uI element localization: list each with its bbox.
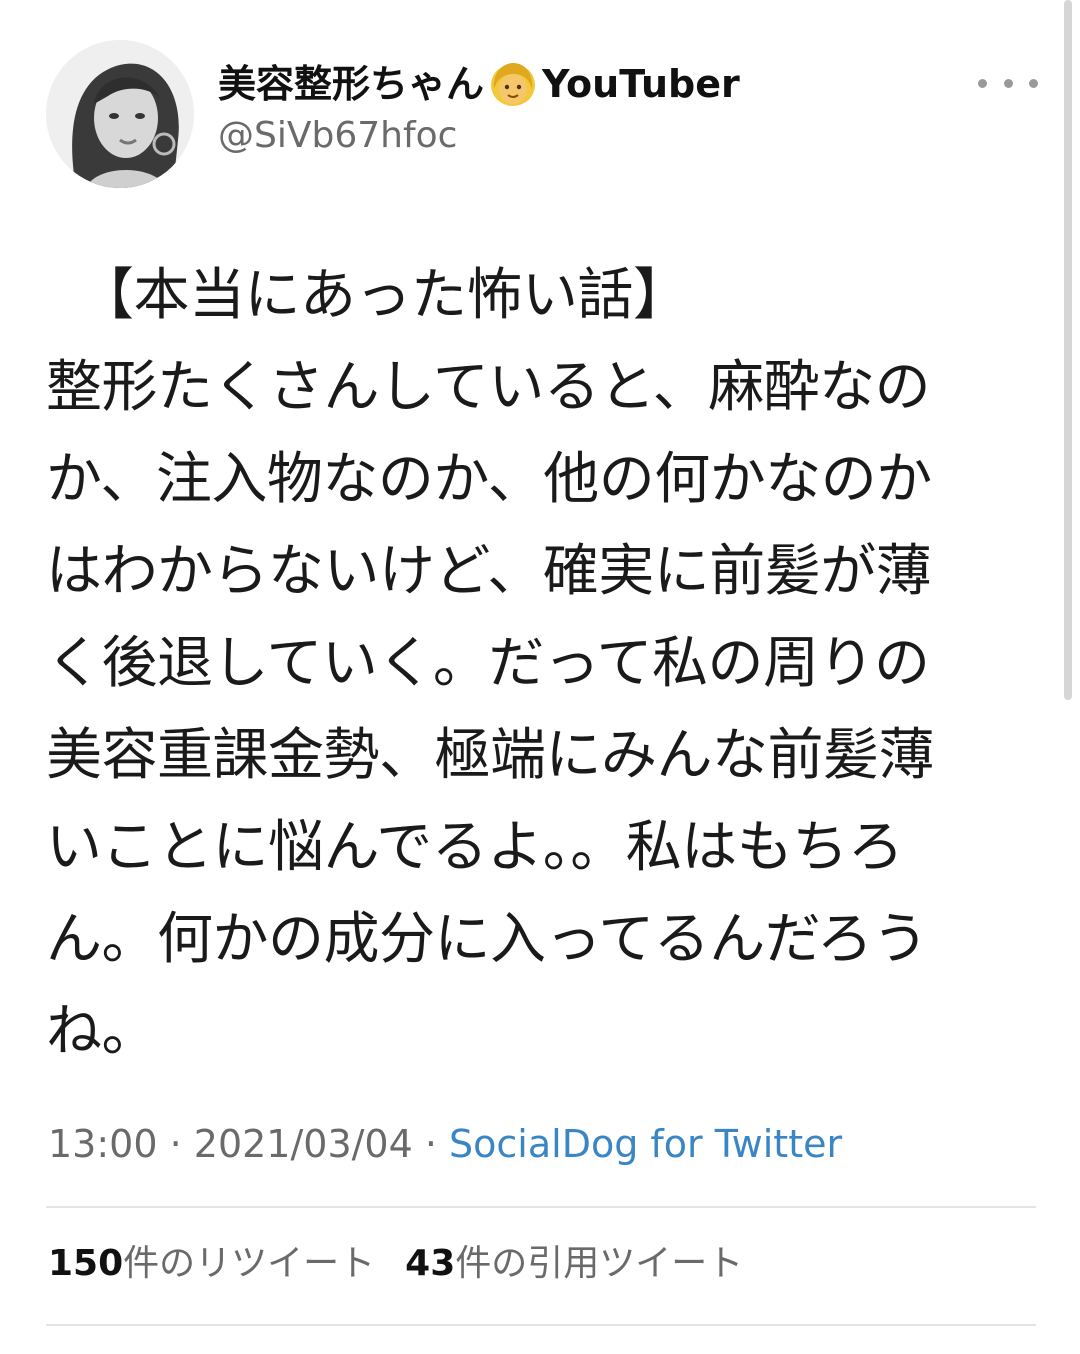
more-dot: [1003, 78, 1013, 88]
meta-separator: ·: [412, 1122, 450, 1166]
tweet-text-line: 整形たくさんしていると、麻酔なの: [46, 355, 931, 420]
tweet-text-line: いことに悩んでるよ。。私はもちろ: [46, 815, 904, 880]
tweet-text-line: 【本当にあった怖い話】: [78, 263, 689, 328]
retweets-label: 件のリツイート: [123, 1243, 376, 1284]
tweet-text-line: く後退していく。だって私の周りの: [46, 631, 930, 696]
tweet-text-line: はわからないけど、確実に前髪が薄: [46, 539, 932, 604]
retweets-count: 150: [48, 1243, 124, 1284]
tweet-stats: 150件のリツイート 43件の引用ツイート: [48, 1238, 773, 1290]
user-handle[interactable]: @SiVb67hfoc: [218, 114, 457, 158]
more-dot: [978, 78, 987, 88]
tweet-source-link[interactable]: SocialDog for Twitter: [449, 1122, 842, 1166]
retweets-stat[interactable]: 150件のリツイート: [48, 1238, 375, 1290]
tweet-meta: 13:00 · 2021/03/04 · SocialDog for Twitt…: [48, 1118, 842, 1170]
quotes-stat[interactable]: 43件の引用ツイート: [405, 1238, 743, 1290]
tweet-text-line: ん。何かの成分に入ってるんだろう: [46, 907, 928, 972]
divider: [46, 1324, 1036, 1326]
display-name-text: 美容整形ちゃん: [218, 62, 485, 106]
woman-blond-hair-emoji-icon: [486, 60, 540, 108]
tweet-text: 【本当にあった怖い話】 整形たくさんしていると、麻酔なの か、注入物なのか、他の…: [46, 250, 1036, 1078]
divider: [46, 1206, 1036, 1208]
tweet-time[interactable]: 13:00: [48, 1122, 158, 1166]
tweet-text-line: ね。: [46, 999, 158, 1064]
more-horizontal-icon[interactable]: [978, 66, 1038, 100]
tweet-header: 美容整形ちゃん YouTuber @SiVb67hfoc: [0, 0, 1080, 200]
more-dot: [1029, 78, 1038, 88]
quotes-count: 43: [405, 1243, 456, 1284]
avatar[interactable]: [46, 40, 194, 188]
scrollbar[interactable]: [1064, 0, 1072, 700]
tweet-date[interactable]: 2021/03/04: [194, 1122, 413, 1166]
quotes-label: 件の引用ツイート: [455, 1243, 744, 1284]
tweet-text-line: 美容重課金勢、極端にみんな前髪薄: [46, 723, 935, 788]
display-name-suffix: YouTuber: [542, 62, 740, 106]
meta-separator: ·: [157, 1122, 194, 1166]
tweet-text-line: か、注入物なのか、他の何かなのか: [46, 447, 932, 512]
display-name[interactable]: 美容整形ちゃん YouTuber: [218, 60, 740, 108]
